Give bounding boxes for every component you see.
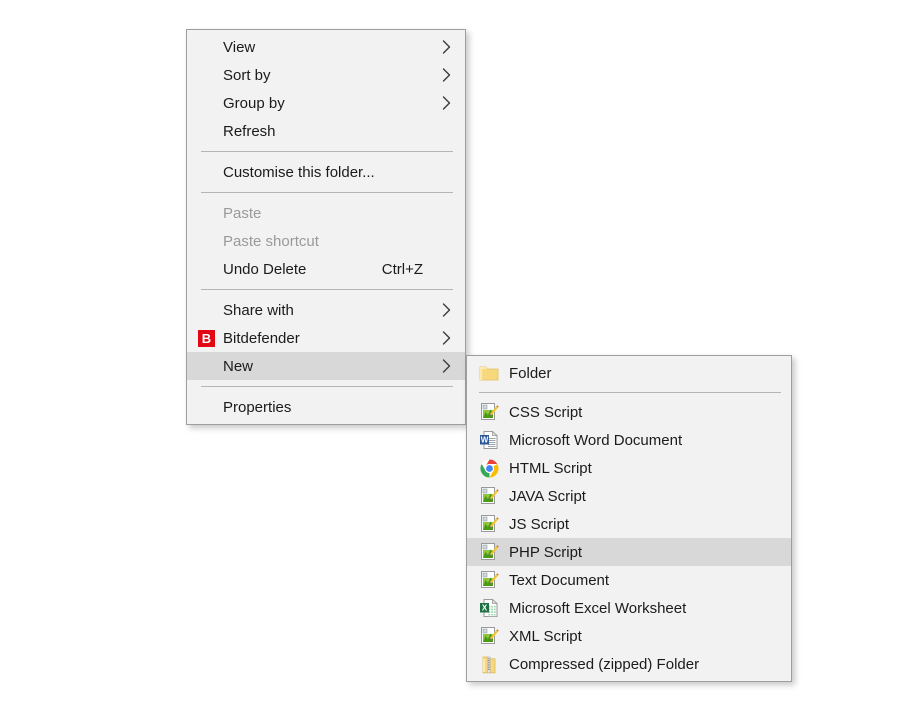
svg-text:B: B [201,331,210,346]
menu-item-accelerator: Ctrl+Z [381,260,423,278]
menu-item-label: JS Script [509,515,570,533]
menu-item-icon-slot [195,202,217,224]
menu-item-text-document[interactable]: Text Document [467,566,791,594]
menu-separator [479,392,781,393]
menu-item-label: Text Document [509,571,610,589]
menu-item-group-by[interactable]: Group by [187,89,465,117]
menu-item-icon-slot [195,396,217,418]
menu-item-java-script[interactable]: JAVA Script [467,482,791,510]
menu-item-icon-slot [195,120,217,142]
menu-item-icon-slot [195,64,217,86]
menu-item-label: Folder [509,364,552,382]
folder-background-context-menu: View Sort by Group by Refresh Customise this… [186,29,466,425]
menu-item-properties[interactable]: Properties [187,393,465,421]
menu-separator [201,192,453,193]
menu-item-paste: Paste [187,199,465,227]
menu-separator [201,151,453,152]
menu-item-icon-slot [195,299,217,321]
chevron-right-icon [439,359,455,373]
script-file-icon [477,569,501,591]
menu-item-view[interactable]: View [187,33,465,61]
menu-item-label: Undo Delete [223,260,307,278]
menu-item-new[interactable]: New [187,352,465,380]
menu-item-xml-script[interactable]: XML Script [467,622,791,650]
chrome-icon [477,457,501,479]
menu-item-label: CSS Script [509,403,583,421]
menu-item-zipped-folder[interactable]: Compressed (zipped) Folder [467,650,791,678]
script-file-icon [477,401,501,423]
menu-item-label: PHP Script [509,543,583,561]
script-file-icon [477,541,501,563]
svg-text:W: W [481,436,489,445]
menu-item-label: Bitdefender [223,329,300,347]
menu-item-php-script[interactable]: PHP Script [467,538,791,566]
menu-item-label: View [223,38,256,56]
script-file-icon [477,513,501,535]
menu-item-label: New [223,357,254,375]
zipped-folder-icon [477,653,501,675]
chevron-right-icon [439,96,455,110]
menu-item-icon-slot [195,92,217,114]
chevron-right-icon [439,68,455,82]
bitdefender-icon: B [195,327,217,349]
menu-item-label: Microsoft Word Document [509,431,683,449]
menu-item-html-script[interactable]: HTML Script [467,454,791,482]
menu-item-js-script[interactable]: JS Script [467,510,791,538]
screen: View Sort by Group by Refresh Customise this… [0,0,902,721]
menu-item-word-document[interactable]: W Microsoft Word Document [467,426,791,454]
menu-item-label: Compressed (zipped) Folder [509,655,700,673]
menu-separator [201,289,453,290]
script-file-icon [477,625,501,647]
menu-item-paste-shortcut: Paste shortcut [187,227,465,255]
menu-item-label: XML Script [509,627,582,645]
menu-item-excel-worksheet[interactable]: X Microsoft Excel Worksheet [467,594,791,622]
script-file-icon [477,485,501,507]
excel-sheet-icon: X [477,597,501,619]
menu-item-label: Paste [223,204,262,222]
menu-item-folder[interactable]: Folder [467,359,791,387]
menu-item-label: Sort by [223,66,271,84]
menu-item-label: JAVA Script [509,487,586,505]
menu-item-icon-slot [195,36,217,58]
menu-item-refresh[interactable]: Refresh [187,117,465,145]
menu-item-label: Group by [223,94,285,112]
menu-item-label: Paste shortcut [223,232,319,250]
menu-item-label: Microsoft Excel Worksheet [509,599,687,617]
menu-item-label: Customise this folder... [223,163,375,181]
chevron-right-icon [439,303,455,317]
menu-item-css-script[interactable]: CSS Script [467,398,791,426]
menu-item-label: Share with [223,301,294,319]
menu-item-label: HTML Script [509,459,592,477]
svg-text:X: X [482,603,488,612]
menu-item-icon-slot [195,355,217,377]
menu-item-label: Properties [223,398,292,416]
new-submenu: Folder CSS Script W Microsoft Word Document… [466,355,792,682]
menu-item-customise[interactable]: Customise this folder... [187,158,465,186]
chevron-right-icon [439,331,455,345]
menu-item-share-with[interactable]: Share with [187,296,465,324]
chevron-right-icon [439,40,455,54]
menu-item-icon-slot [195,161,217,183]
folder-icon [477,362,501,384]
menu-item-label: Refresh [223,122,276,140]
menu-item-bitdefender[interactable]: B Bitdefender [187,324,465,352]
word-doc-icon: W [477,429,501,451]
menu-separator [201,386,453,387]
menu-item-sort-by[interactable]: Sort by [187,61,465,89]
menu-item-icon-slot [195,258,217,280]
menu-item-icon-slot [195,230,217,252]
menu-item-undo-delete[interactable]: Undo Delete Ctrl+Z [187,255,465,283]
